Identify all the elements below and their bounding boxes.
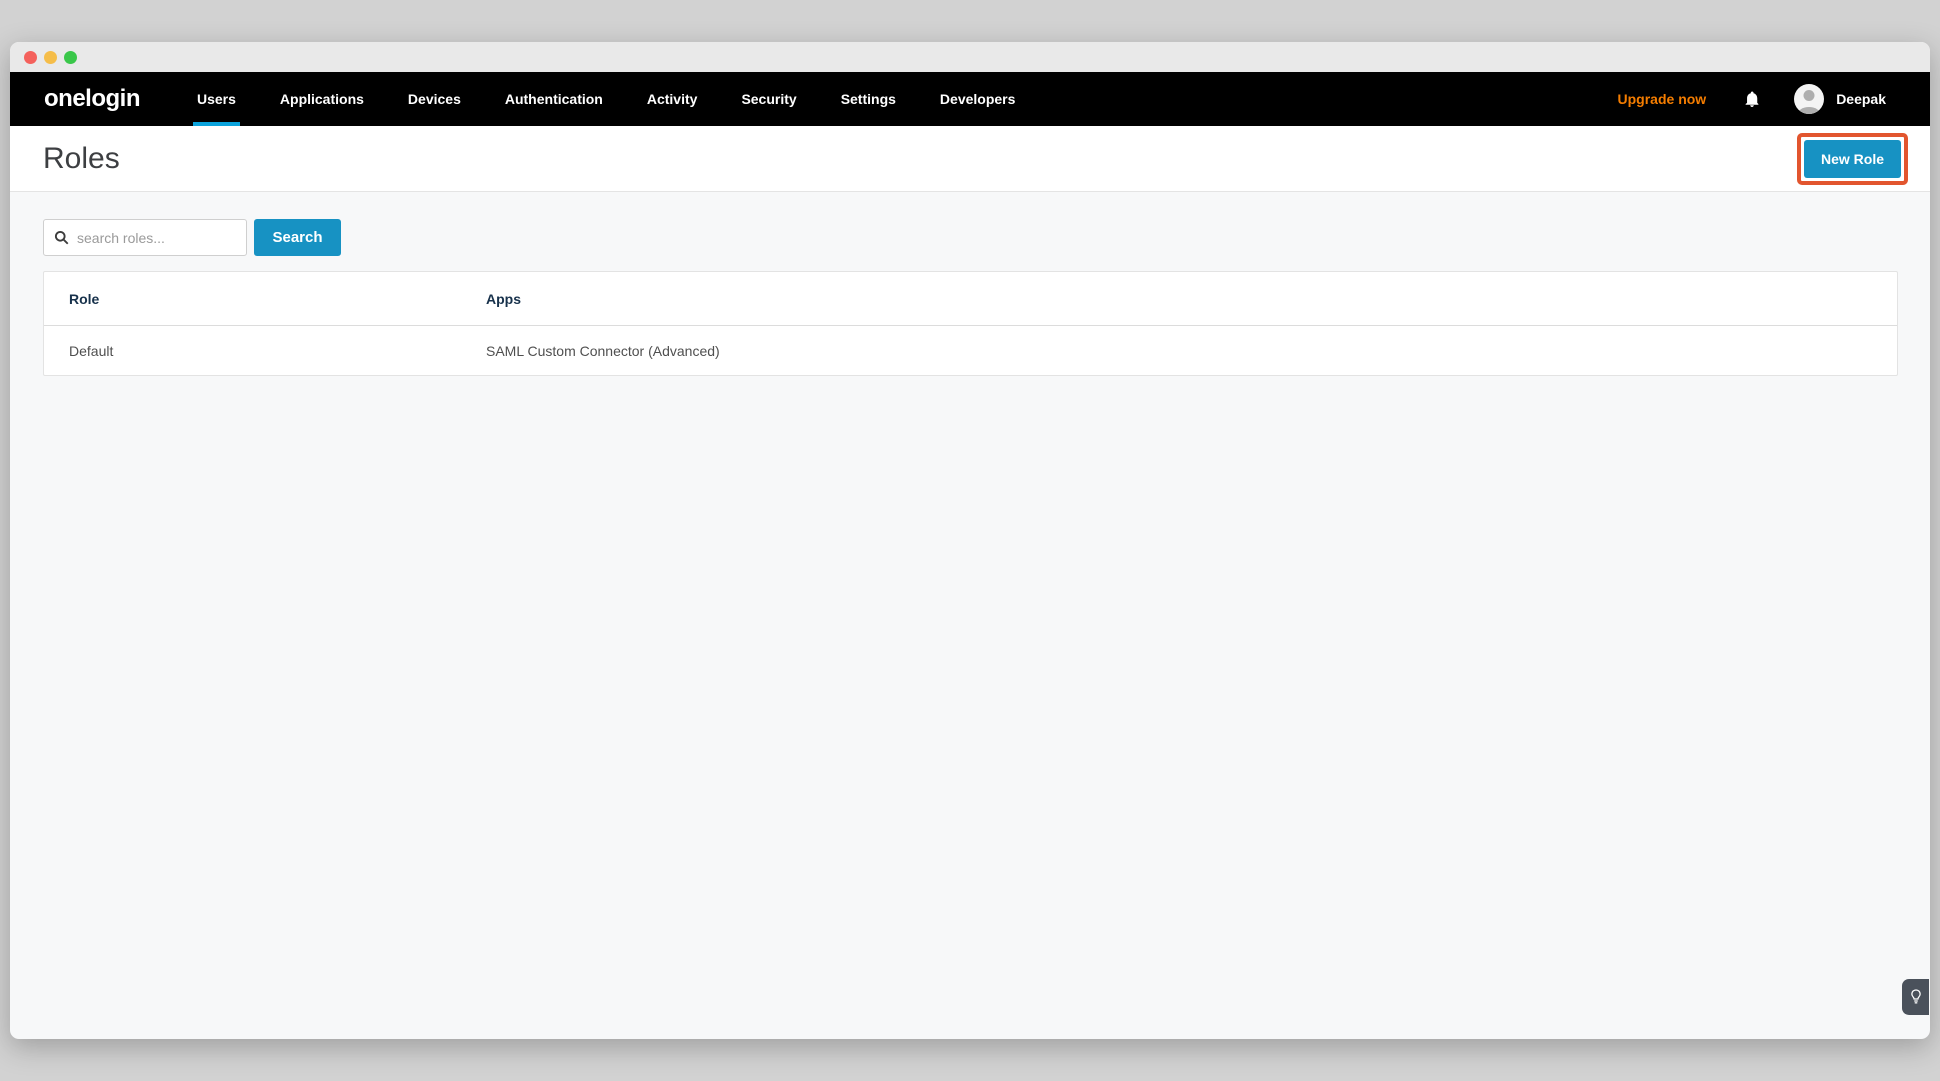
onelogin-logo[interactable]: onelogin [44,85,140,113]
minimize-window-button[interactable] [44,51,57,64]
bell-icon[interactable] [1743,90,1761,109]
role-name-cell[interactable]: Default [44,343,486,359]
maximize-window-button[interactable] [64,51,77,64]
roles-table-header: Role Apps [44,272,1897,326]
search-button[interactable]: Search [254,219,341,256]
nav-item-applications[interactable]: Applications [258,72,386,126]
user-menu[interactable]: Deepak [1794,84,1886,114]
nav-item-settings[interactable]: Settings [819,72,918,126]
nav-item-devices[interactable]: Devices [386,72,483,126]
user-avatar [1794,84,1824,114]
search-icon [54,230,69,245]
new-role-highlight-annotation: New Role [1797,133,1908,185]
browser-window: onelogin Users Applications Devices Auth… [10,42,1930,1039]
lightbulb-icon [1910,989,1922,1005]
table-row[interactable]: Default SAML Custom Connector (Advanced) [44,326,1897,375]
search-row: Search [43,219,1898,256]
page-title: Roles [43,142,120,176]
upgrade-now-link[interactable]: Upgrade now [1618,91,1707,107]
role-apps-cell: SAML Custom Connector (Advanced) [486,343,1897,359]
page-header: Roles New Role [10,126,1930,192]
search-roles-input[interactable] [77,230,236,246]
main-nav-menu: Users Applications Devices Authenticatio… [175,72,1037,126]
help-widget-tab[interactable] [1902,979,1929,1015]
search-field-container [43,219,247,256]
top-nav-bar: onelogin Users Applications Devices Auth… [10,72,1930,126]
nav-item-users[interactable]: Users [175,72,258,126]
close-window-button[interactable] [24,51,37,64]
nav-item-developers[interactable]: Developers [918,72,1037,126]
nav-right-section: Upgrade now Deepak [1618,84,1886,114]
nav-item-authentication[interactable]: Authentication [483,72,625,126]
new-role-button[interactable]: New Role [1804,140,1901,178]
nav-item-security[interactable]: Security [719,72,818,126]
roles-table: Role Apps Default SAML Custom Connector … [43,271,1898,376]
column-header-role: Role [44,291,486,307]
column-header-apps: Apps [486,291,1897,307]
window-titlebar [10,42,1930,72]
roles-content-area: Search Role Apps Default SAML Custom Con… [10,192,1930,376]
user-name: Deepak [1836,91,1886,107]
nav-item-activity[interactable]: Activity [625,72,720,126]
